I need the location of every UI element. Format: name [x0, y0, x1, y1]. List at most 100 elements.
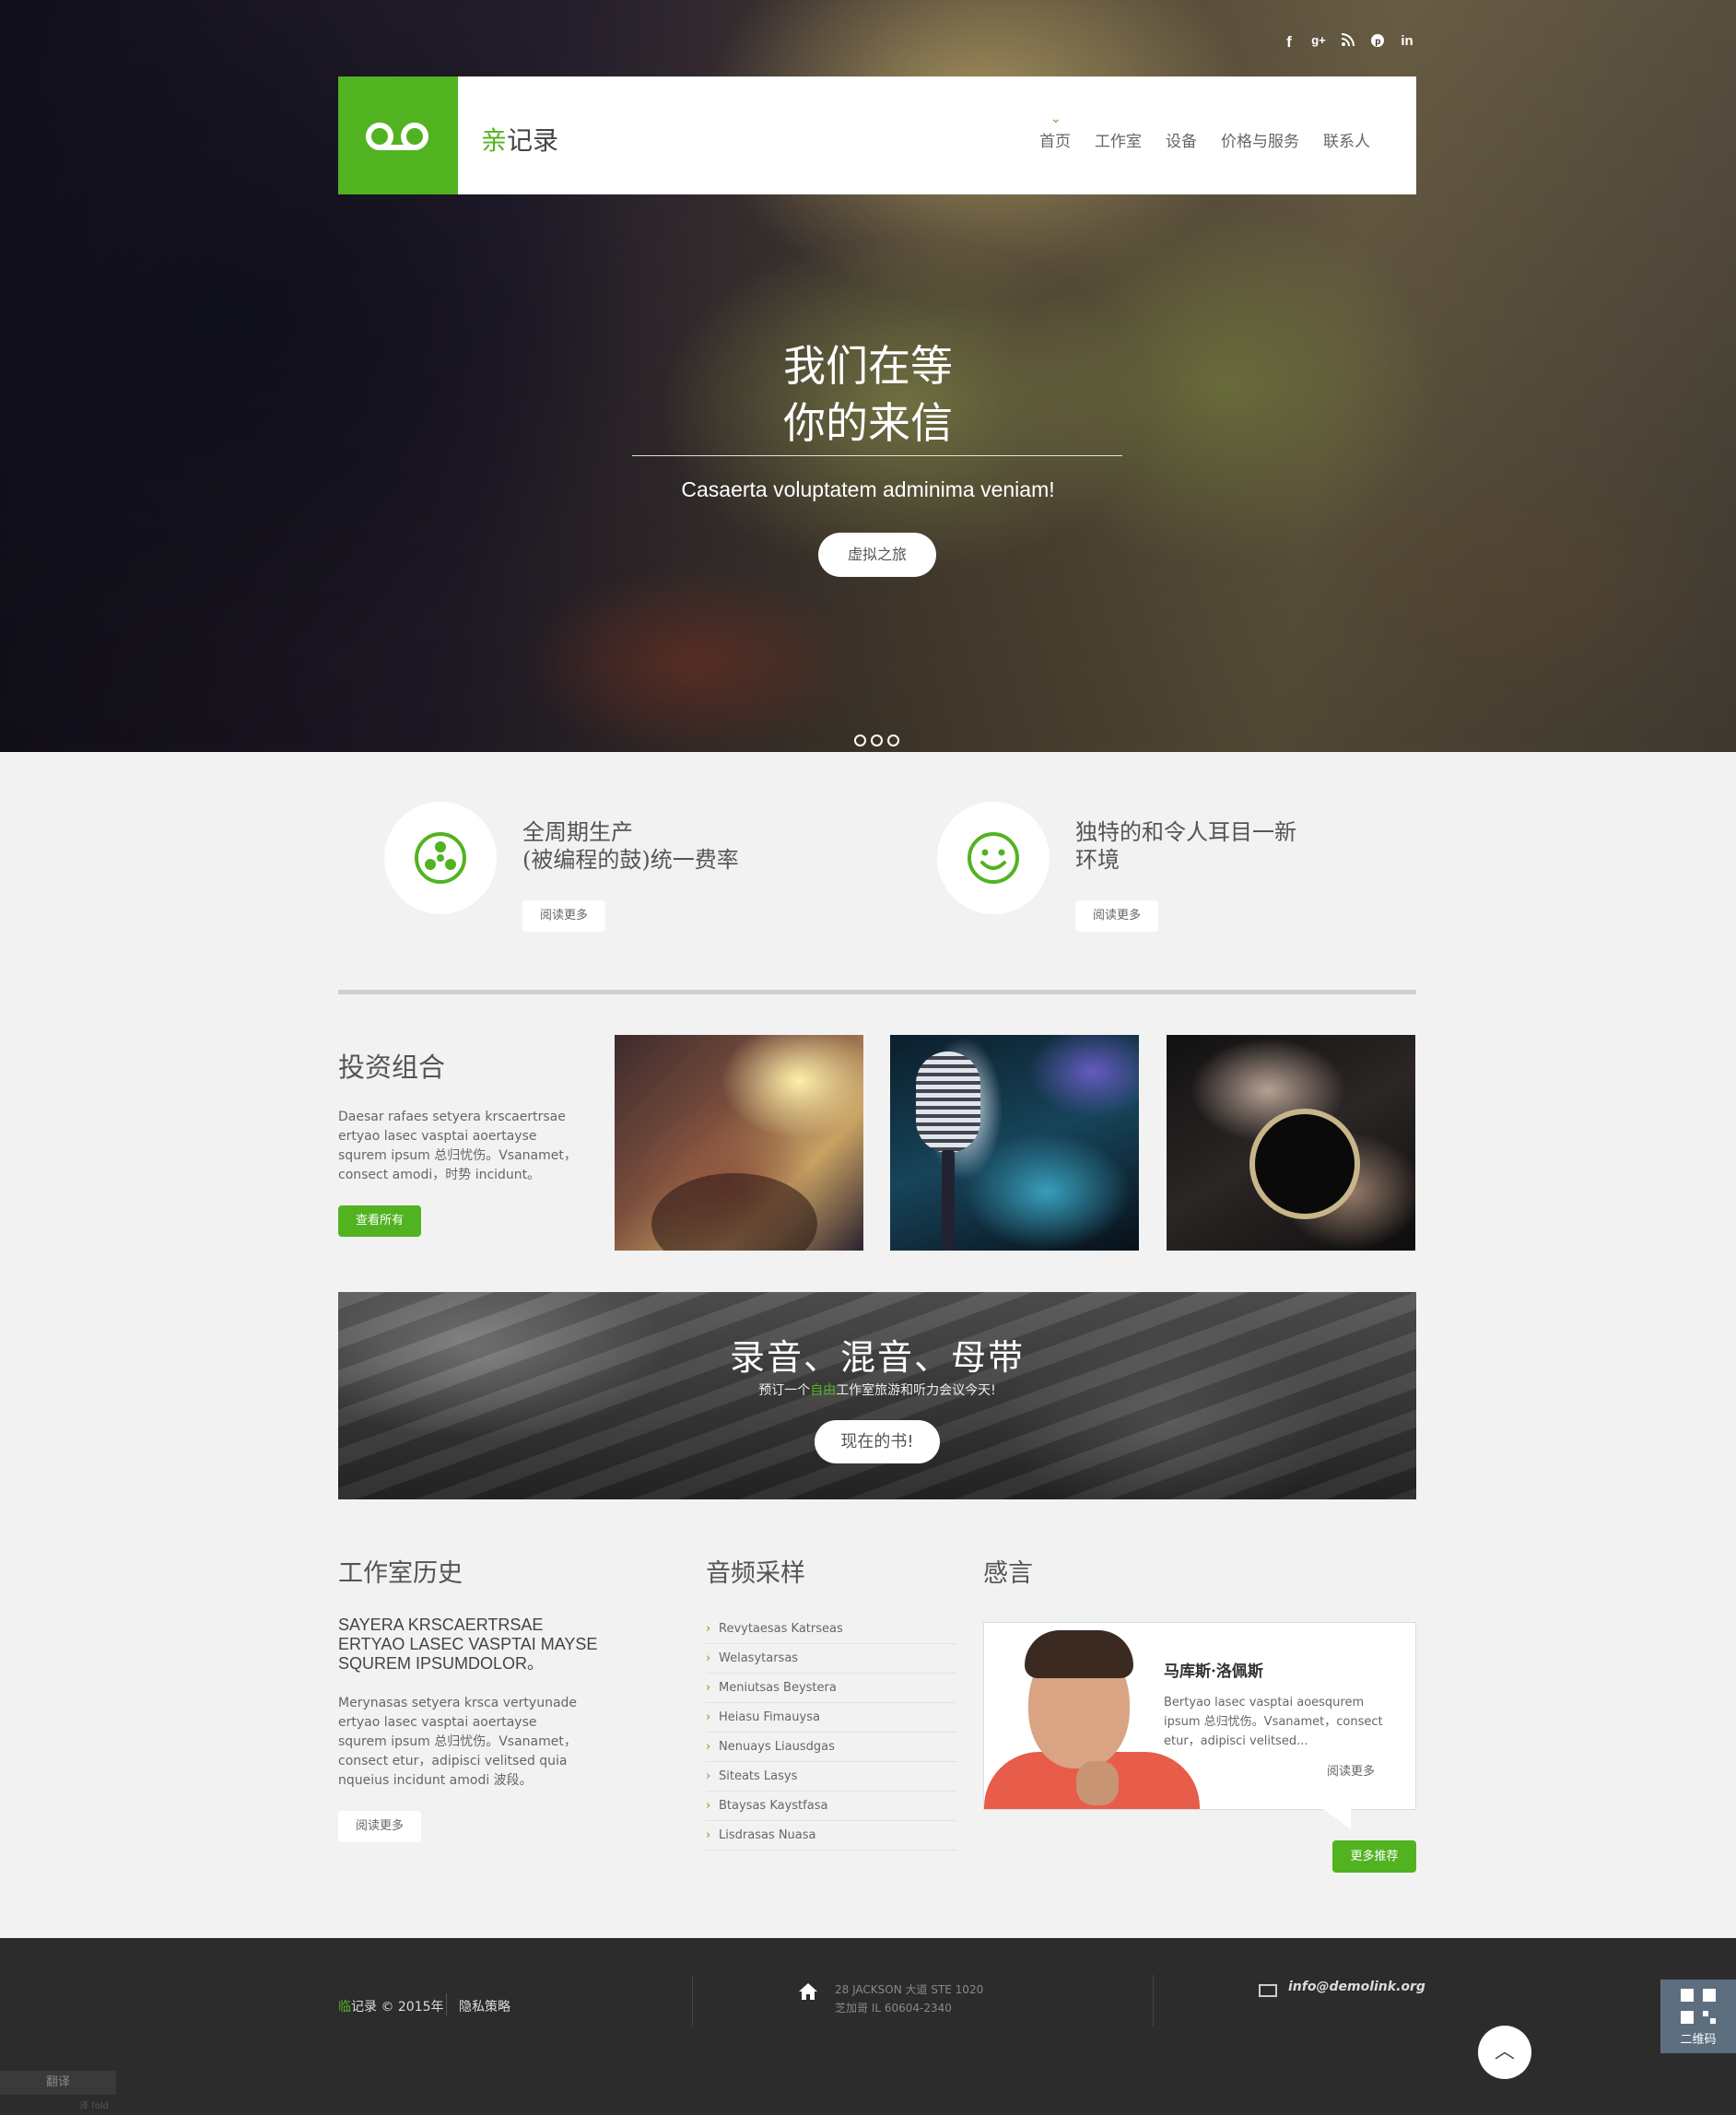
nav-item-pricing[interactable]: 价格与服务 — [1221, 128, 1299, 151]
hero-title-line1: 我们在等 — [783, 341, 953, 391]
translate-caption: 译 fold — [79, 2101, 109, 2111]
address-line1: 28 JACKSON 大道 STE 1020 — [835, 1983, 984, 1996]
portfolio-image-acoustic-guitar[interactable] — [1167, 1035, 1415, 1251]
mail-icon — [1259, 1984, 1277, 1997]
read-more-button[interactable]: 阅读更多 — [522, 900, 605, 932]
radiation-icon — [415, 832, 466, 884]
feature-icon-circle — [937, 802, 1050, 914]
hero-slider: f g+ p in 亲记录 ⌄ 首页 工作室 设备 价格与服务 联系人 我们在等… — [0, 0, 1736, 752]
home-icon — [799, 1983, 817, 2000]
audio-list-item[interactable]: Nenuays Liausdgas — [706, 1733, 956, 1762]
feature-title: 全周期生产 (被编程的鼓)统一费率 — [522, 818, 739, 874]
hero-title: 我们在等 你的来信 — [0, 337, 1736, 452]
brand-name[interactable]: 亲记录 — [481, 121, 558, 158]
portfolio-image-microphone[interactable] — [890, 1035, 1139, 1251]
footer-divider — [1153, 1975, 1154, 2027]
book-now-button[interactable]: 现在的书! — [815, 1420, 940, 1463]
history-heading: SAYERA KRSCAERTRSAE ERTYAO LASEC VASPTAI… — [338, 1616, 598, 1673]
site-footer: 临记录 © 2015年 隐私策略 28 JACKSON 大道 STE 1020 … — [0, 1938, 1736, 2115]
logo[interactable] — [338, 76, 458, 194]
slide-dot[interactable] — [871, 734, 883, 746]
logo-tape-icon — [379, 145, 416, 150]
audio-list-item[interactable]: Lisdrasas Nuasa — [706, 1821, 956, 1851]
testimonial-author: 马库斯·洛佩斯 — [1164, 1663, 1263, 1681]
history-title: 工作室历史 — [338, 1559, 463, 1588]
brand-rest: 记录 — [507, 125, 559, 156]
slide-dot[interactable] — [887, 734, 899, 746]
feature-title: 独特的和令人耳目一新 环境 — [1075, 818, 1296, 874]
address-line2: 芝加哥 IL 60604-2340 — [835, 2002, 952, 2015]
audio-list-item[interactable]: Welasytarsas — [706, 1644, 956, 1674]
audio-list: Revytaesas Katrseas Welasytarsas Meniuts… — [706, 1615, 956, 1851]
pinterest-icon[interactable]: p — [1369, 33, 1386, 52]
banner-subtitle: 预订一个自由工作室旅游和听力会议今天! — [338, 1381, 1416, 1399]
feature-title-line2: 环境 — [1075, 847, 1120, 873]
feature-title-line1: 全周期生产 — [522, 819, 633, 845]
nav-item-home[interactable]: 首页 — [1039, 128, 1071, 151]
facebook-icon[interactable]: f — [1281, 33, 1297, 52]
svg-text:p: p — [1375, 37, 1380, 47]
copyright-accent: 临 — [338, 2000, 351, 2015]
nav-item-contacts[interactable]: 联系人 — [1323, 128, 1370, 151]
booking-banner: 录音、混音、母带 预订一个自由工作室旅游和听力会议今天! 现在的书! — [338, 1292, 1416, 1499]
banner-title: 录音、混音、母带 — [729, 1337, 1025, 1378]
audio-list-item[interactable]: Heiasu Fimauysa — [706, 1703, 956, 1733]
feature-title-line2: (被编程的鼓)统一费率 — [522, 847, 739, 873]
qr-code-icon — [1681, 1989, 1716, 2024]
section-divider — [338, 990, 1416, 994]
smile-icon — [968, 832, 1019, 884]
audio-list-item[interactable]: Meniutsas Beystera — [706, 1674, 956, 1703]
qr-code-widget[interactable]: 二维码 — [1660, 1980, 1736, 2053]
microphone-stand-shape — [942, 1150, 955, 1251]
nav-item-equipment[interactable]: 设备 — [1166, 128, 1197, 151]
social-links: f g+ p in — [1281, 33, 1415, 52]
hero-subtitle: Casaerta voluptatem adminima veniam! — [681, 477, 1055, 501]
testimonial-card: 马库斯·洛佩斯 Bertyao lasec vasptai aoesqurem … — [983, 1622, 1416, 1829]
site-header: 亲记录 ⌄ 首页 工作室 设备 价格与服务 联系人 — [338, 76, 1416, 194]
guitar-sound-hole-shape — [1249, 1109, 1360, 1219]
google-plus-icon[interactable]: g+ — [1310, 33, 1327, 52]
read-more-button[interactable]: 阅读更多 — [1075, 900, 1158, 932]
banner-subtitle-start: 预订一个 — [758, 1383, 811, 1398]
footer-address: 28 JACKSON 大道 STE 1020 芝加哥 IL 60604-2340 — [835, 1980, 983, 2017]
footer-divider — [446, 1993, 447, 2015]
history-text: Merynasas setyera krsca vertyunade ertya… — [338, 1696, 578, 1788]
testimonial-text: Bertyao lasec vasptai aoesqurem ipsum 总归… — [1164, 1696, 1383, 1748]
footer-divider — [692, 1975, 693, 2027]
testimonials-title: 感言 — [983, 1559, 1033, 1588]
audio-list-item[interactable]: Revytaesas Katrseas — [706, 1615, 956, 1644]
read-more-button[interactable]: 阅读更多 — [338, 1811, 421, 1842]
guitar-body-shape — [651, 1173, 817, 1251]
translate-button[interactable]: 翻译 — [0, 2071, 116, 2095]
hero-title-line2: 你的来信 — [783, 398, 953, 448]
feature-block: 全周期生产 (被编程的鼓)统一费率 阅读更多 — [384, 802, 900, 940]
microphone-head-shape — [916, 1052, 980, 1153]
brand-accent: 亲 — [481, 125, 508, 156]
audio-list-item[interactable]: Siteats Lasys — [706, 1762, 956, 1792]
banner-subtitle-accent: 自由 — [810, 1383, 837, 1398]
rss-icon[interactable] — [1340, 33, 1356, 52]
feature-title-line1: 独特的和令人耳目一新 — [1075, 819, 1296, 845]
qr-code-label: 二维码 — [1680, 2033, 1717, 2047]
audio-list-item[interactable]: Btaysas Kaystfasa — [706, 1792, 956, 1821]
footer-copyright: 临记录 © 2015年 — [338, 1997, 444, 2015]
linkedin-icon[interactable]: in — [1399, 33, 1415, 52]
view-all-button[interactable]: 查看所有 — [338, 1205, 421, 1237]
virtual-tour-button[interactable]: 虚拟之旅 — [818, 533, 936, 577]
avatar-hand-shape — [1076, 1761, 1119, 1805]
slide-dot[interactable] — [854, 734, 866, 746]
footer-email-link[interactable]: info@demolink.org — [1288, 1980, 1425, 1994]
hero-divider — [632, 455, 1122, 456]
portfolio-title: 投资组合 — [338, 1052, 446, 1083]
portfolio-text: Daesar rafaes setyera krscaertrsae ertya… — [338, 1110, 577, 1182]
privacy-policy-link[interactable]: 隐私策略 — [459, 1997, 510, 2015]
more-testimonials-button[interactable]: 更多推荐 — [1332, 1840, 1416, 1873]
scroll-to-top-button[interactable]: ︿ — [1478, 2026, 1531, 2079]
feature-icon-circle — [384, 802, 497, 914]
nav-item-studio[interactable]: 工作室 — [1095, 128, 1142, 151]
audio-title: 音频采样 — [706, 1559, 805, 1588]
testimonial-read-more-link[interactable]: 阅读更多 — [1327, 1761, 1375, 1779]
slider-pagination — [854, 734, 899, 746]
portfolio-image-guitarist[interactable] — [615, 1035, 863, 1251]
feature-block: 独特的和令人耳目一新 环境 阅读更多 — [937, 802, 1453, 940]
